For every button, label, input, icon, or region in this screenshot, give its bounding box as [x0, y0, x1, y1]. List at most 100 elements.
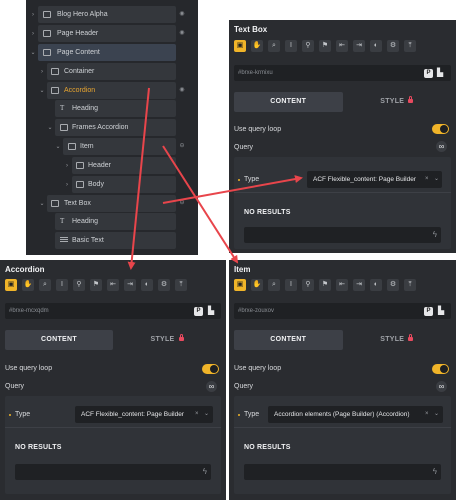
tab-content[interactable]: CONTENT	[234, 330, 343, 350]
file-icon[interactable]: ▙	[438, 306, 446, 316]
use-query-loop-toggle[interactable]	[432, 124, 449, 134]
chevron-down-icon[interactable]: ⌄	[29, 49, 37, 56]
chevron-down-icon[interactable]: ⌄	[54, 143, 62, 150]
tree-row-label: Page Content	[57, 49, 100, 56]
flag-icon[interactable]: ⚑	[319, 279, 331, 291]
use-query-loop-toggle[interactable]	[432, 364, 449, 374]
no-results-field[interactable]: ϟ	[244, 227, 441, 243]
move-right-icon[interactable]: ⇥	[353, 40, 365, 52]
text-cursor-icon[interactable]: I	[56, 279, 68, 291]
chevron-down-icon[interactable]: ⌄	[434, 171, 439, 188]
no-results-field[interactable]: ϟ	[244, 464, 441, 480]
clear-icon[interactable]: ×	[425, 406, 429, 423]
flag-icon[interactable]: ⚑	[90, 279, 102, 291]
tree-row-text-box[interactable]: ⌄ Text Box ⊖	[26, 195, 198, 212]
tab-content[interactable]: CONTENT	[5, 330, 113, 350]
p-badge-icon[interactable]: P	[424, 69, 433, 78]
query-type-select[interactable]: ACF Flexible_content: Page Builder × ⌄	[75, 406, 213, 423]
tree-row-header[interactable]: › Header	[26, 157, 198, 174]
zoom-icon[interactable]: ⚲	[302, 279, 314, 291]
chevron-down-icon[interactable]: ⌄	[38, 87, 46, 94]
move-left-icon[interactable]: ⇤	[107, 279, 119, 291]
chevron-down-icon[interactable]: ⌄	[434, 406, 439, 423]
text-cursor-icon[interactable]: I	[285, 40, 297, 52]
bolt-icon[interactable]: ϟ	[433, 230, 437, 239]
chevron-right-icon[interactable]: ›	[29, 31, 37, 37]
settings-icon[interactable]: ⚙	[158, 279, 170, 291]
chevron-down-icon[interactable]: ⌄	[46, 124, 54, 131]
toggle-icon[interactable]: ◐	[370, 279, 382, 291]
chevron-right-icon[interactable]: ›	[29, 12, 37, 18]
hand-icon[interactable]: ✋	[251, 40, 263, 52]
search-icon[interactable]: ⌕	[39, 279, 51, 291]
element-id-field[interactable]: #brxe-mcxqdm	[5, 303, 221, 319]
settings-icon[interactable]: ⚙	[387, 40, 399, 52]
chevron-right-icon[interactable]: ›	[38, 69, 46, 75]
tree-row-accordion[interactable]: ⌄ Accordion ◉	[26, 82, 198, 99]
link-icon[interactable]: ⊖	[178, 142, 186, 150]
tree-row-container[interactable]: › Container	[26, 63, 198, 80]
pin-icon[interactable]: ⤒	[404, 40, 416, 52]
layout-icon[interactable]: ▣	[234, 279, 246, 291]
eye-icon[interactable]: ◉	[178, 10, 186, 18]
block-icon	[76, 162, 84, 169]
tree-row-item[interactable]: ⌄ Item ⊖	[26, 138, 198, 155]
element-id-field[interactable]: #brxe-krmixu	[234, 65, 451, 81]
file-icon[interactable]: ▙	[437, 68, 445, 78]
hand-icon[interactable]: ✋	[251, 279, 263, 291]
tree-row-body[interactable]: › Body	[26, 176, 198, 193]
search-icon[interactable]: ⌕	[268, 279, 280, 291]
eye-icon[interactable]: ◉	[178, 29, 186, 37]
zoom-icon[interactable]: ⚲	[73, 279, 85, 291]
pin-icon[interactable]: ⤒	[175, 279, 187, 291]
bolt-icon[interactable]: ϟ	[203, 467, 207, 476]
pin-icon[interactable]: ⤒	[404, 279, 416, 291]
move-left-icon[interactable]: ⇤	[336, 40, 348, 52]
infinity-icon[interactable]: ∞	[206, 381, 217, 392]
zoom-icon[interactable]: ⚲	[302, 40, 314, 52]
layout-icon[interactable]: ▣	[234, 40, 246, 52]
move-right-icon[interactable]: ⇥	[124, 279, 136, 291]
tree-row-basic-text[interactable]: Basic Text	[26, 232, 198, 249]
flag-icon[interactable]: ⚑	[319, 40, 331, 52]
clear-icon[interactable]: ×	[425, 171, 429, 188]
tree-row-heading-2[interactable]: T Heading	[26, 213, 198, 230]
p-badge-icon[interactable]: P	[194, 307, 203, 316]
tree-row-page-header[interactable]: › Page Header ◉	[26, 25, 198, 42]
chevron-right-icon[interactable]: ›	[63, 182, 71, 188]
toggle-icon[interactable]: ◐	[141, 279, 153, 291]
search-icon[interactable]: ⌕	[268, 40, 280, 52]
lock-icon	[408, 96, 414, 103]
file-icon[interactable]: ▙	[208, 306, 216, 316]
infinity-icon[interactable]: ∞	[436, 141, 447, 152]
element-id-field[interactable]: #brxe-zouxov	[234, 303, 451, 319]
chevron-right-icon[interactable]: ›	[63, 163, 71, 169]
settings-icon[interactable]: ⚙	[387, 279, 399, 291]
link-icon[interactable]: ⊖	[178, 199, 186, 207]
move-right-icon[interactable]: ⇥	[353, 279, 365, 291]
text-cursor-icon[interactable]: I	[285, 279, 297, 291]
chevron-down-icon[interactable]: ⌄	[204, 406, 209, 423]
query-type-select[interactable]: ACF Flexible_content: Page Builder × ⌄	[307, 171, 442, 188]
move-left-icon[interactable]: ⇤	[336, 279, 348, 291]
eye-icon[interactable]: ◉	[178, 86, 186, 94]
tree-row-blog-hero[interactable]: › Blog Hero Alpha ◉	[26, 6, 198, 23]
toggle-icon[interactable]: ◐	[370, 40, 382, 52]
tab-content[interactable]: CONTENT	[234, 92, 343, 112]
tree-row-page-content[interactable]: ⌄ Page Content	[26, 44, 198, 61]
use-query-loop-toggle[interactable]	[202, 364, 219, 374]
hand-icon[interactable]: ✋	[22, 279, 34, 291]
tab-style[interactable]: STYLE	[343, 92, 452, 112]
tree-row-frames-accordion[interactable]: ⌄ Frames Accordion	[26, 119, 198, 136]
tab-style[interactable]: STYLE	[113, 330, 221, 350]
tab-style[interactable]: STYLE	[343, 330, 452, 350]
bolt-icon[interactable]: ϟ	[433, 467, 437, 476]
tree-row-heading[interactable]: T Heading	[26, 100, 198, 117]
query-type-select[interactable]: Accordion elements (Page Builder) (Accor…	[268, 406, 443, 423]
layout-icon[interactable]: ▣	[5, 279, 17, 291]
chevron-down-icon[interactable]: ⌄	[38, 200, 46, 207]
no-results-field[interactable]: ϟ	[15, 464, 211, 480]
p-badge-icon[interactable]: P	[424, 307, 433, 316]
infinity-icon[interactable]: ∞	[436, 381, 447, 392]
clear-icon[interactable]: ×	[195, 406, 199, 423]
